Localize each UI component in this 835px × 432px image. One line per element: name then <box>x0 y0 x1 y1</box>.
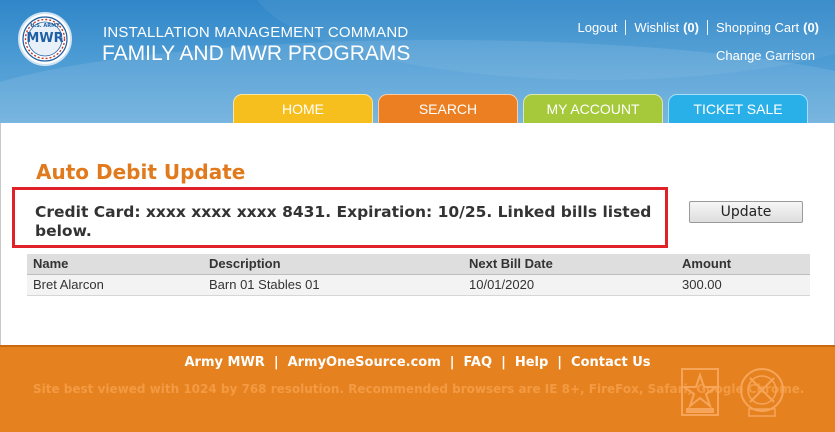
footer-link-faq[interactable]: FAQ <box>464 355 493 370</box>
tab-home[interactable]: HOME <box>233 94 373 123</box>
page-title: Auto Debit Update <box>36 160 246 184</box>
link-separator <box>706 20 708 35</box>
wishlist-label: Wishlist <box>634 20 680 35</box>
credit-card-info: Credit Card: xxxx xxxx xxxx 8431. Expira… <box>35 203 652 240</box>
cart-label: Shopping Cart <box>715 20 800 35</box>
column-header-amount: Amount <box>676 254 810 275</box>
update-button[interactable]: Update <box>689 201 803 223</box>
footer-link-contact-us[interactable]: Contact Us <box>571 355 650 370</box>
org-name-line1: INSTALLATION MANAGEMENT COMMAND <box>103 24 409 41</box>
tab-my-account[interactable]: MY ACCOUNT <box>523 94 663 123</box>
cell-amount: 300.00 <box>676 274 810 296</box>
army-star-emblem-icon <box>680 368 720 416</box>
logout-link[interactable]: Logout <box>578 20 618 35</box>
main-content: Auto Debit Update Credit Card: xxxx xxxx… <box>0 123 835 345</box>
logo-top-text: U.S. ARMY <box>30 23 60 29</box>
footer-separator: | <box>557 355 563 370</box>
linked-bills-table: Name Description Next Bill Date Amount B… <box>27 254 810 296</box>
main-nav-tabs: HOME SEARCH MY ACCOUNT TICKET SALE <box>233 94 813 123</box>
wishlist-link[interactable]: Wishlist (0) <box>634 20 699 35</box>
mwr-logo-icon[interactable]: U.S. ARMY MWR <box>18 12 72 66</box>
tab-ticket-sale[interactable]: TICKET SALE <box>668 94 808 123</box>
link-separator <box>625 20 627 35</box>
cart-count: (0) <box>803 20 819 35</box>
site-header: U.S. ARMY MWR INSTALLATION MANAGEMENT CO… <box>0 0 835 123</box>
column-header-description: Description <box>203 254 463 275</box>
army-crest-emblem-icon <box>740 368 784 417</box>
footer-separator: | <box>501 355 506 370</box>
org-name-line2: FAMILY AND MWR PROGRAMS <box>102 42 411 65</box>
footer-separator: | <box>273 355 279 370</box>
shopping-cart-link[interactable]: Shopping Cart (0) <box>716 20 819 35</box>
cell-next-bill-date: 10/01/2020 <box>463 274 676 296</box>
logo-main-text: MWR <box>26 31 64 46</box>
footer-link-help[interactable]: Help <box>515 355 548 370</box>
table-header-row: Name Description Next Bill Date Amount <box>27 254 810 275</box>
column-header-name: Name <box>27 254 203 275</box>
site-footer: Army MWR | ArmyOneSource.com | FAQ | Help | Cont… <box>0 345 835 432</box>
cell-description: Barn 01 Stables 01 <box>203 274 463 296</box>
top-links: Logout Wishlist (0) Shopping Cart (0) <box>578 20 819 35</box>
wishlist-count: (0) <box>683 20 699 35</box>
footer-separator: | <box>449 355 455 370</box>
tab-search[interactable]: SEARCH <box>378 94 518 123</box>
table-row: Bret Alarcon Barn 01 Stables 01 10/01/20… <box>27 274 810 296</box>
change-garrison-link[interactable]: Change Garrison <box>716 48 815 63</box>
footer-link-army-mwr[interactable]: Army MWR <box>185 355 265 370</box>
cell-name: Bret Alarcon <box>27 274 203 296</box>
column-header-next-bill-date: Next Bill Date <box>463 254 676 275</box>
footer-link-armyonesource[interactable]: ArmyOneSource.com <box>288 355 441 370</box>
